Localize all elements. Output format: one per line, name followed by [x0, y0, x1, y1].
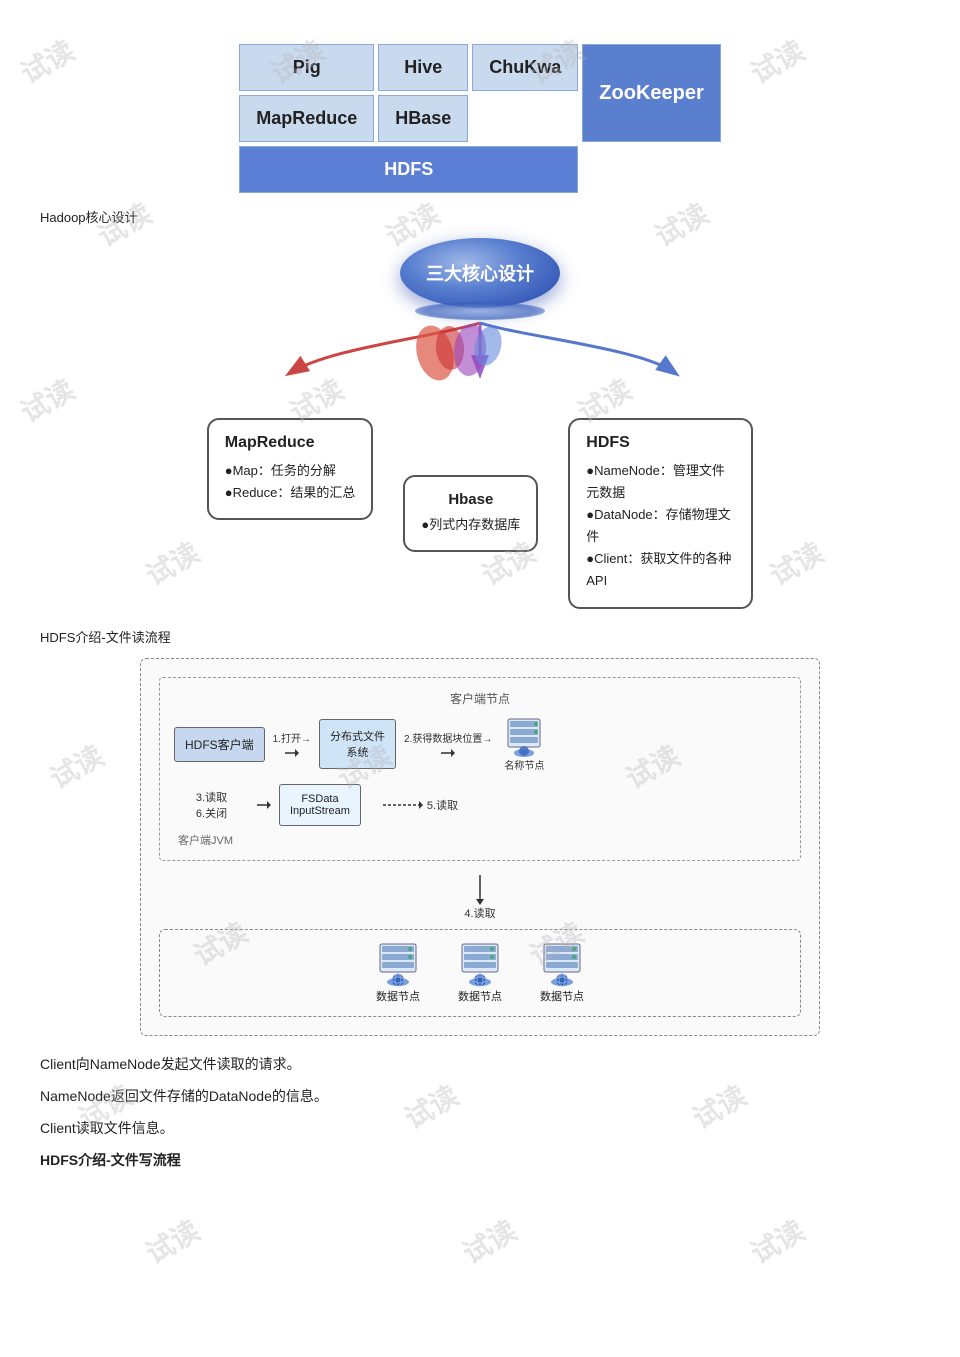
datanode-1-label: 数据节点	[376, 988, 420, 1004]
hdfs-middle-flow: 3.读取6.关闭 FSDataInputStream 5.读取	[174, 784, 786, 826]
mapreduce-box: MapReduce ●Map：任务的分解●Reduce：结果的汇总	[207, 418, 374, 520]
step36-label: 3.读取6.关闭	[174, 789, 249, 821]
datanode-2-label: 数据节点	[458, 988, 502, 1004]
client-jvm-label: 客户端JVM	[178, 832, 786, 848]
hadoop-section-label: Hadoop核心设计	[40, 207, 920, 226]
core-arrows-svg	[130, 318, 830, 398]
hbase-title: Hbase	[421, 491, 520, 508]
pig-cell: Pig	[239, 44, 374, 91]
datanode-2: 数据节点	[454, 942, 506, 1004]
namenode-icon: 名称节点	[500, 717, 548, 772]
step1-label: 1.打开→	[273, 730, 311, 745]
step5-label: 5.读取	[427, 797, 458, 813]
namenode-label: 名称节点	[504, 757, 544, 772]
description-paragraphs: Client向NameNode发起文件读取的请求。 NameNode返回文件存储…	[40, 1050, 920, 1174]
hbase-center-box: Hbase ●列式内存数据库	[403, 475, 538, 552]
hbase-points: ●列式内存数据库	[421, 514, 520, 536]
step5-flow: 5.读取	[383, 797, 458, 813]
fsdata-box: FSDataInputStream	[279, 784, 361, 826]
step4-label: 4.读取	[464, 905, 495, 921]
client-area-title: 客户端节点	[174, 690, 786, 707]
step4-arrow: 4.读取	[159, 875, 801, 921]
para-4: HDFS介绍-文件写流程	[40, 1146, 920, 1174]
hadoop-diagram: Pig Hive ChuKwa ZooKeeper MapReduce HBas…	[230, 40, 730, 197]
mapreduce-points: ●Map：任务的分解●Reduce：结果的汇总	[225, 460, 356, 504]
step1-connector: 1.打开→	[273, 730, 311, 759]
datanode-1: 数据节点	[372, 942, 424, 1004]
core-boxes: MapReduce ●Map：任务的分解●Reduce：结果的汇总 Hbase …	[130, 418, 830, 609]
datanode-3-label: 数据节点	[540, 988, 584, 1004]
hdfs-title: HDFS	[586, 434, 735, 452]
para-1: Client向NameNode发起文件读取的请求。	[40, 1050, 920, 1078]
core-ball-label: 三大核心设计	[426, 260, 534, 286]
hdfs-read-label: HDFS介绍-文件读流程	[40, 627, 920, 646]
hdfs-client-label: HDFS客户端	[185, 738, 254, 752]
client-node-area: 客户端节点 HDFS客户端 1.打开→ 分布式文件系统 2.获得数据块位	[159, 677, 801, 861]
mapreduce-cell: MapReduce	[239, 95, 374, 142]
hdfs-read-diagram: 客户端节点 HDFS客户端 1.打开→ 分布式文件系统 2.获得数据块位	[140, 658, 820, 1036]
para-3: Client读取文件信息。	[40, 1114, 920, 1142]
step2-label: 2.获得数据块位置→	[404, 730, 492, 745]
hbase-cell: HBase	[378, 95, 468, 142]
hdfs-top-flow: HDFS客户端 1.打开→ 分布式文件系统 2.获得数据块位置→	[174, 717, 786, 772]
distributed-fs-box: 分布式文件系统	[319, 719, 396, 769]
datanodes-row: 数据节点 数据节点	[159, 929, 801, 1017]
chukwa-cell: ChuKwa	[472, 44, 578, 91]
hdfs-box: HDFS ●NameNode：管理文件元数据●DataNode：存储物理文件●C…	[568, 418, 753, 609]
core-design-section: 三大核心设计	[40, 238, 920, 609]
hdfs-client-box: HDFS客户端	[174, 727, 265, 762]
hive-cell: Hive	[378, 44, 468, 91]
datanode-3: 数据节点	[536, 942, 588, 1004]
page-content: Pig Hive ChuKwa ZooKeeper MapReduce HBas…	[0, 0, 960, 1208]
zookeeper-cell: ZooKeeper	[582, 44, 720, 142]
hadoop-table: Pig Hive ChuKwa ZooKeeper MapReduce HBas…	[235, 40, 725, 197]
mapreduce-title: MapReduce	[225, 434, 356, 452]
core-ball: 三大核心设计	[400, 238, 560, 308]
hdfs-cell: HDFS	[239, 146, 578, 193]
step2-connector: 2.获得数据块位置→	[404, 730, 492, 759]
hdfs-points: ●NameNode：管理文件元数据●DataNode：存储物理文件●Client…	[586, 460, 735, 593]
para-2: NameNode返回文件存储的DataNode的信息。	[40, 1082, 920, 1110]
